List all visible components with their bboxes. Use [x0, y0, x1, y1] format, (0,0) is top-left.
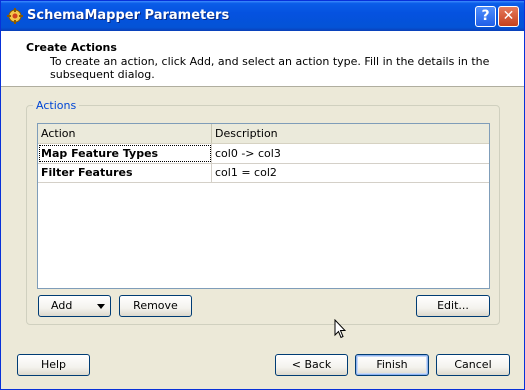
mouse-pointer-icon — [334, 319, 346, 339]
close-icon: ✕ — [502, 8, 515, 24]
window-title: SchemaMapper Parameters — [27, 8, 230, 23]
description-cell[interactable]: col0 -> col3 — [212, 144, 489, 163]
cancel-button[interactable]: Cancel — [436, 354, 510, 376]
table-row[interactable]: Filter Features col1 = col2 — [38, 163, 489, 183]
table-header: Action Description — [38, 124, 489, 144]
add-button-label: Add — [51, 299, 73, 312]
add-button[interactable]: Add — [38, 295, 111, 317]
table-row[interactable]: Map Feature Types col0 -> col3 — [38, 144, 489, 164]
actions-group-label: Actions — [33, 99, 80, 112]
dialog-window: SchemaMapper Parameters ? ✕ Create Actio… — [0, 0, 525, 390]
title-close-button[interactable]: ✕ — [498, 6, 519, 27]
remove-button[interactable]: Remove — [119, 295, 192, 317]
chevron-down-icon[interactable] — [97, 304, 105, 309]
page-description: To create an action, click Add, and sele… — [50, 55, 490, 81]
description-cell[interactable]: col1 = col2 — [212, 163, 489, 182]
edit-button[interactable]: Edit... — [416, 295, 490, 317]
page-title: Create Actions — [26, 41, 117, 54]
column-header-action[interactable]: Action — [38, 124, 212, 143]
help-button[interactable]: Help — [17, 354, 90, 376]
back-button[interactable]: < Back — [275, 354, 348, 376]
action-cell[interactable]: Filter Features — [38, 163, 212, 182]
finish-button[interactable]: Finish — [355, 354, 429, 376]
title-bar[interactable]: SchemaMapper Parameters ? ✕ — [1, 1, 524, 31]
title-help-button[interactable]: ? — [475, 6, 496, 27]
app-gear-icon — [7, 8, 23, 24]
help-icon: ? — [481, 8, 490, 24]
action-cell[interactable]: Map Feature Types — [38, 144, 212, 163]
wizard-header: Create Actions To create an action, clic… — [1, 31, 524, 87]
column-header-description[interactable]: Description — [212, 124, 489, 143]
actions-table[interactable]: Action Description Map Feature Types col… — [37, 123, 490, 289]
